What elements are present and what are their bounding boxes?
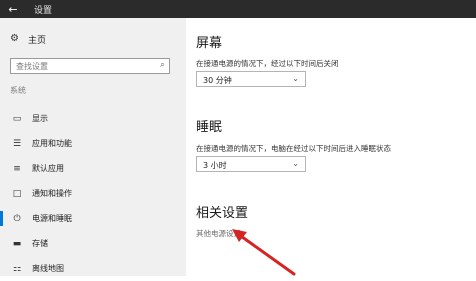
search-input[interactable]	[11, 59, 156, 73]
sidebar-item-label: 离线地图	[32, 264, 64, 273]
sidebar-item-default-apps[interactable]: ≡ 默认应用	[0, 156, 186, 181]
sleep-timeout-dropdown[interactable]: 3 小时 ⌄	[196, 156, 306, 172]
sleep-heading: 睡眠	[196, 120, 223, 135]
search-icon[interactable]: ⌕	[160, 60, 165, 70]
arrow-left-icon: ←	[8, 2, 18, 16]
other-power-settings-link[interactable]: 其他电源设置	[196, 228, 241, 239]
sidebar-nav: ▭ 显示 ☰ 应用和功能 ≡ 默认应用 □ 通知和操作 ⏻ 电源和睡眠 ▬ 存储…	[0, 106, 186, 281]
window-title: 设置	[34, 6, 53, 16]
back-button[interactable]: ←	[0, 0, 26, 18]
screen-timeout-value: 30 分钟	[203, 76, 232, 85]
sidebar-item-label: 应用和功能	[32, 139, 72, 148]
sidebar-item-label: 默认应用	[32, 164, 64, 173]
sidebar-item-label: 存储	[32, 239, 48, 248]
power-icon: ⏻	[13, 213, 21, 224]
screen-description: 在接通电源的情况下，经过以下时间后关闭	[196, 59, 339, 68]
map-icon: ⚏	[12, 263, 22, 274]
chevron-down-icon: ⌄	[292, 159, 299, 168]
chevron-down-icon: ⌄	[292, 74, 299, 83]
sidebar-item-apps[interactable]: ☰ 应用和功能	[0, 131, 186, 156]
sidebar-item-label: 显示	[32, 114, 48, 123]
sidebar-item-power[interactable]: ⏻ 电源和睡眠	[0, 206, 186, 231]
sleep-description: 在接通电源的情况下，电脑在经过以下时间后进入睡眠状态	[196, 144, 391, 153]
sleep-timeout-value: 3 小时	[203, 161, 227, 170]
sidebar-item-label: 通知和操作	[32, 189, 72, 198]
apps-list-icon: ☰	[12, 138, 22, 149]
screen-heading: 屏幕	[196, 36, 223, 51]
home-link[interactable]: ⚙ 主页	[10, 32, 46, 46]
main-content: 屏幕 在接通电源的情况下，经过以下时间后关闭 30 分钟 ⌄ 睡眠 在接通电源的…	[186, 18, 476, 276]
notification-icon: □	[12, 188, 22, 199]
title-bar: ← 设置	[0, 0, 476, 18]
search-box[interactable]: ⌕	[10, 58, 170, 74]
sidebar: ⚙ 主页 ⌕ 系统 ▭ 显示 ☰ 应用和功能 ≡ 默认应用 □ 通知和操作 ⏻ …	[0, 18, 186, 276]
home-label: 主页	[28, 35, 47, 46]
sidebar-item-label: 电源和睡眠	[32, 214, 72, 223]
sidebar-item-storage[interactable]: ▬ 存储	[0, 231, 186, 256]
section-label: 系统	[10, 86, 26, 95]
sidebar-item-notifications[interactable]: □ 通知和操作	[0, 181, 186, 206]
storage-icon: ▬	[12, 238, 22, 249]
monitor-icon: ▭	[12, 113, 22, 124]
default-apps-icon: ≡	[13, 163, 21, 174]
related-settings-heading: 相关设置	[196, 206, 249, 221]
gear-icon: ⚙	[10, 33, 19, 44]
sidebar-item-display[interactable]: ▭ 显示	[0, 106, 186, 131]
screen-timeout-dropdown[interactable]: 30 分钟 ⌄	[196, 71, 306, 87]
sidebar-item-offline-maps[interactable]: ⚏ 离线地图	[0, 256, 186, 281]
